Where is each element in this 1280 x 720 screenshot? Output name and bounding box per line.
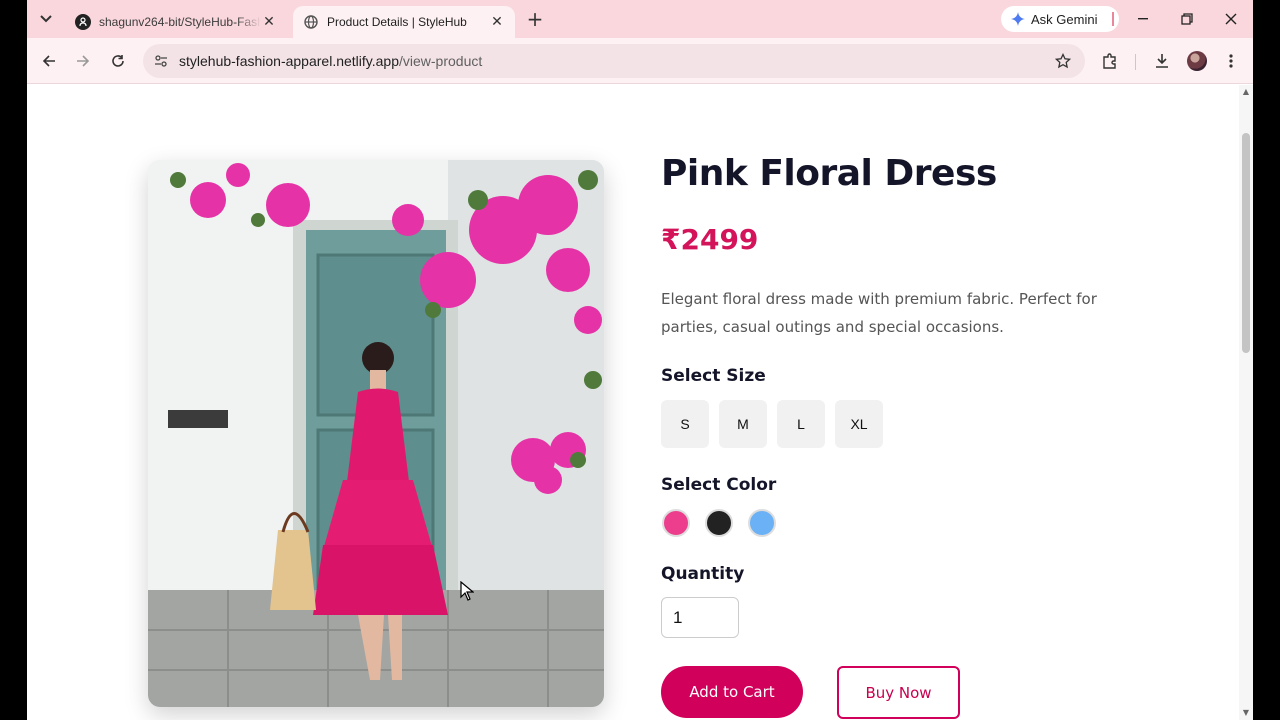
menu-kebab-icon[interactable] [1219, 49, 1243, 73]
tab-title: shagunv264-bit/StyleHub-Fashion-Apparel [99, 15, 261, 29]
mouse-cursor-icon [460, 581, 474, 601]
minimize-icon[interactable] [1126, 7, 1160, 31]
site-info-icon[interactable] [153, 53, 169, 69]
scroll-down-icon[interactable]: ▼ [1241, 708, 1251, 718]
scrollbar-thumb[interactable] [1242, 133, 1250, 353]
globe-icon [303, 14, 319, 30]
gemini-spark-icon [1011, 12, 1025, 26]
browser-window: shagunv264-bit/StyleHub-Fashion-Apparel … [27, 0, 1253, 720]
divider [1112, 12, 1114, 26]
github-icon [75, 14, 91, 30]
url-host: stylehub-fashion-apparel.netlify.app [179, 53, 399, 69]
product-image [148, 160, 604, 707]
buy-now-button[interactable]: Buy Now [837, 666, 960, 719]
product-price: ₹2499 [661, 223, 759, 256]
product-description: Elegant floral dress made with premium f… [661, 290, 1097, 336]
ask-gemini-button[interactable]: Ask Gemini [1001, 6, 1119, 32]
tab-github[interactable]: shagunv264-bit/StyleHub-Fashion-Apparel … [65, 6, 287, 38]
page-scrollbar[interactable]: ▲ ▼ [1239, 85, 1253, 720]
select-size-label: Select Size [661, 366, 766, 386]
tab-strip: shagunv264-bit/StyleHub-Fashion-Apparel … [27, 0, 1253, 38]
divider [1135, 54, 1136, 70]
size-option-s[interactable]: S [661, 400, 709, 448]
new-tab-icon[interactable]: + [524, 9, 546, 31]
size-option-xl[interactable]: XL [835, 400, 883, 448]
profile-avatar[interactable] [1187, 51, 1207, 71]
downloads-icon[interactable] [1150, 49, 1174, 73]
size-options: S M L XL [661, 400, 883, 448]
forward-icon[interactable] [69, 47, 97, 75]
product-title: Pink Floral Dress [661, 153, 997, 194]
restore-icon[interactable] [1170, 7, 1204, 31]
reload-icon[interactable] [104, 47, 132, 75]
color-options [662, 509, 776, 537]
close-tab-icon[interactable]: ✕ [261, 14, 277, 30]
color-swatch-pink[interactable] [662, 509, 690, 537]
close-window-icon[interactable] [1214, 7, 1248, 31]
add-to-cart-button[interactable]: Add to Cart [661, 666, 803, 718]
tab-product-details[interactable]: Product Details | StyleHub ✕ [293, 6, 515, 38]
size-option-l[interactable]: L [777, 400, 825, 448]
scroll-up-icon[interactable]: ▲ [1241, 87, 1251, 97]
url-text[interactable]: stylehub-fashion-apparel.netlify.app/vie… [179, 53, 1053, 69]
bookmark-star-icon[interactable] [1053, 51, 1073, 71]
color-swatch-black[interactable] [705, 509, 733, 537]
color-swatch-blue[interactable] [748, 509, 776, 537]
close-tab-icon[interactable]: ✕ [489, 14, 505, 30]
product-page: Pink Floral Dress ₹2499 Elegant floral d… [27, 85, 1239, 720]
tab-search-chevron-icon[interactable] [34, 7, 58, 31]
address-bar[interactable]: stylehub-fashion-apparel.netlify.app/vie… [143, 44, 1085, 78]
select-color-label: Select Color [661, 475, 777, 495]
extensions-icon[interactable] [1098, 49, 1122, 73]
quantity-input[interactable]: 1 [661, 597, 739, 638]
browser-toolbar: stylehub-fashion-apparel.netlify.app/vie… [27, 38, 1253, 84]
ask-gemini-label: Ask Gemini [1031, 11, 1098, 27]
back-icon[interactable] [35, 47, 63, 75]
quantity-label: Quantity [661, 564, 745, 584]
size-option-m[interactable]: M [719, 400, 767, 448]
url-path: /view-product [399, 53, 483, 69]
tab-title: Product Details | StyleHub [327, 15, 467, 29]
